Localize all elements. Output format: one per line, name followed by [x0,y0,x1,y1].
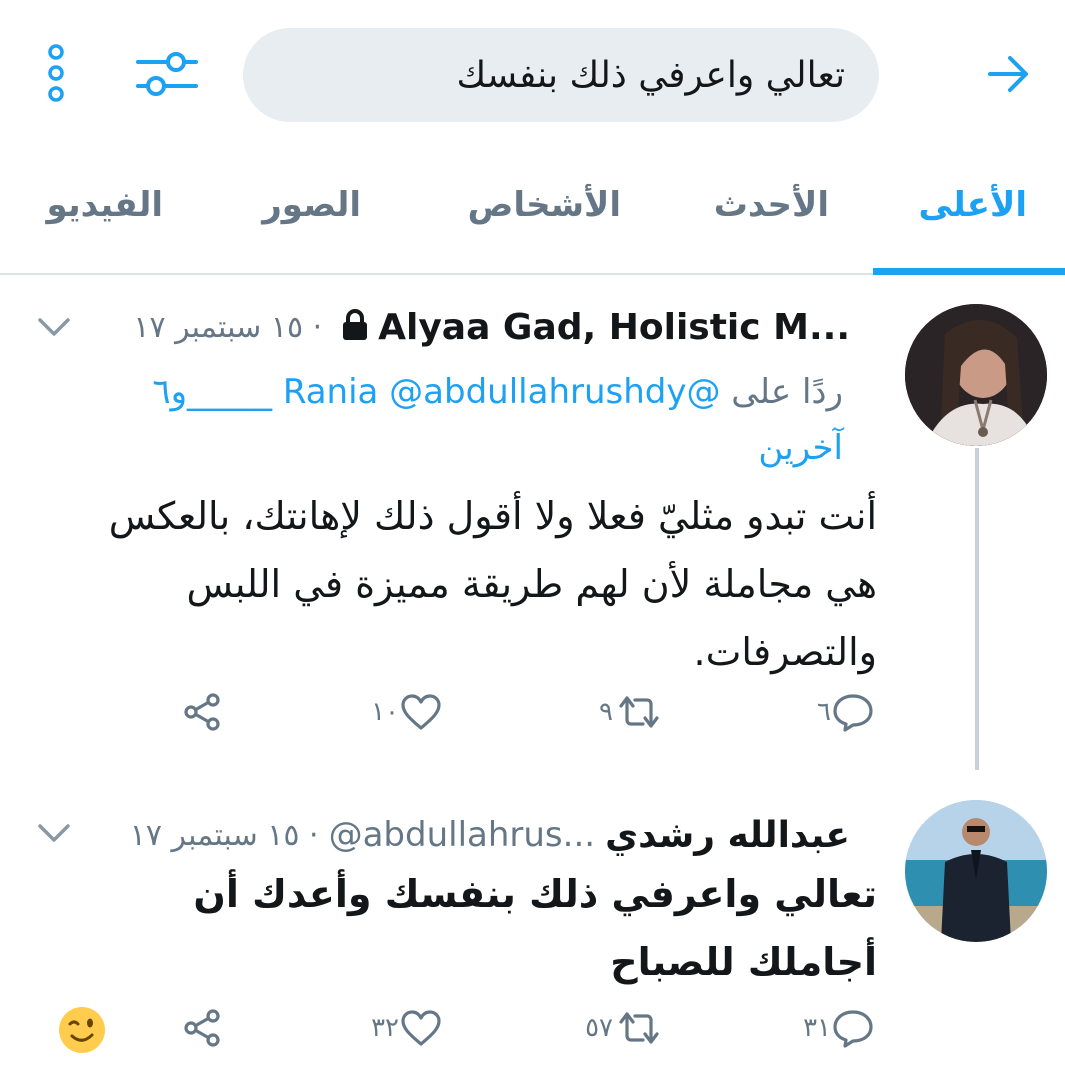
share-icon [184,1009,220,1047]
reply-context: ردًا على @Rania @abdullahrushdy _____و٦ … [43,364,843,476]
tweet-text-line: تعالي واعرفي ذلك بنفسك وأعدك أن أجاملك ل… [193,872,877,984]
reply-others[interactable]: آخرين [758,428,843,468]
like-count: ١٠ [371,697,399,727]
reply-prefix: ردًا على [731,372,843,412]
tweet-text-line: أنت تبدو مثليّ فعلا ولا أقول ذلك لإهانتك… [108,494,877,538]
search-tabs: الأعلى الأحدث الأشخاص الصور الفيديو [0,175,1065,275]
tweet-text-line: والتصرفات. [693,630,877,674]
retweet-count: ٩ [599,697,613,727]
tweet-header: Alyaa Gad, Holistic M... · ١٥ سبتمبر ١٧ [133,302,850,352]
tweet-text: أنت تبدو مثليّ فعلا ولا أقول ذلك لإهانتك… [57,482,877,686]
active-tab-indicator [873,268,1065,275]
retweet-button[interactable]: ٩ [587,692,665,732]
search-query: تعالي واعرفي ذلك بنفسك [456,54,846,96]
more-vertical-icon [48,44,64,102]
author-handle[interactable]: @abdullahrus... [329,815,596,855]
chevron-down-icon[interactable] [36,312,72,342]
tweet-text-line: هي مجاملة لأن لهم طريقة مميزة في اللبس [186,562,877,606]
tweet-actions: ٣١ ٥٧ ٣٢ [0,1000,1065,1060]
reply-icon [833,694,873,732]
tweet[interactable]: Alyaa Gad, Holistic M... · ١٥ سبتمبر ١٧ … [0,280,1065,770]
author-name[interactable]: Alyaa Gad, Holistic M... [378,307,850,348]
sliders-icon [136,52,198,96]
avatar[interactable] [905,800,1047,942]
tweet-date: · ١٥ سبتمبر ١٧ [129,817,319,853]
avatar-image [905,800,1047,942]
retweet-icon [619,1012,659,1044]
arrow-right-icon [988,56,1028,92]
chevron-down-icon[interactable] [36,818,72,848]
tweet-header: عبدالله رشدي @abdullahrus... · ١٥ سبتمبر… [130,810,850,860]
back-button[interactable] [981,46,1037,102]
retweet-button[interactable]: ٥٧ [573,1008,665,1048]
share-icon [184,693,220,731]
more-button[interactable] [36,40,76,110]
reply-count: ٦ [817,697,831,727]
tab-top[interactable]: الأعلى [919,185,1027,245]
tab-people[interactable]: الأشخاص [468,185,621,245]
retweet-count: ٥٧ [585,1013,613,1043]
reply-mentions[interactable]: @Rania @abdullahrushdy [283,372,721,412]
share-button[interactable] [181,1008,225,1048]
avatar[interactable] [905,304,1047,446]
like-button[interactable]: ١٠ [359,692,443,732]
tweet-actions: ٦ ٩ ١٠ [0,684,1065,744]
reply-button[interactable]: ٦ [805,692,875,732]
tweet[interactable]: عبدالله رشدي @abdullahrus... · ١٥ سبتمبر… [0,780,1065,1077]
reply-count: ٣١ [803,1013,831,1043]
tab-videos[interactable]: الفيديو [47,185,164,245]
avatar-image [905,304,1047,446]
reply-icon [833,1010,873,1048]
share-button[interactable] [181,692,225,732]
like-button[interactable]: ٣٢ [359,1008,443,1048]
filter-button[interactable] [132,44,202,104]
like-count: ٣٢ [371,1013,399,1043]
reply-button[interactable]: ٣١ [791,1008,875,1048]
tab-photos[interactable]: الصور [262,185,361,245]
retweet-icon [619,696,659,728]
reply-more[interactable]: _____و٦ [152,372,272,412]
top-bar: تعالي واعرفي ذلك بنفسك [0,0,1065,150]
heart-icon [401,694,441,730]
tweet-date: · ١٥ سبتمبر ١٧ [133,309,323,345]
tab-latest[interactable]: الأحدث [714,185,829,245]
lock-icon [340,308,370,346]
search-input[interactable]: تعالي واعرفي ذلك بنفسك [243,28,879,122]
author-name[interactable]: عبدالله رشدي [605,815,850,856]
heart-icon [401,1010,441,1046]
